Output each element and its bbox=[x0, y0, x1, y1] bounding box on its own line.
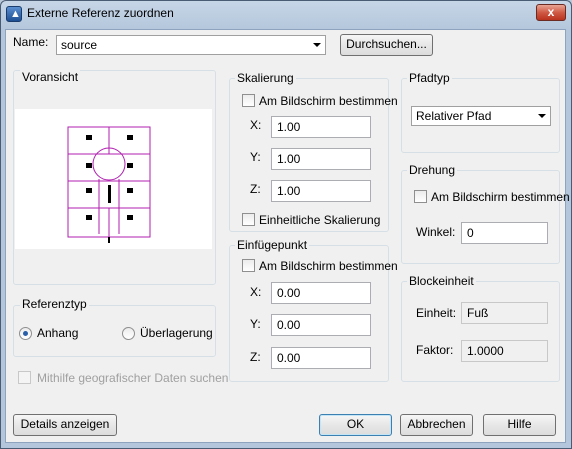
scale-title: Skalierung bbox=[235, 71, 296, 85]
geo-label: Mithilfe geografischer Daten suchen bbox=[37, 371, 229, 385]
scale-x-label: X: bbox=[250, 118, 262, 132]
uniform-scale-label[interactable]: Einheitliche Skalierung bbox=[259, 213, 380, 227]
title-bar[interactable]: ▲ Externe Referenz zuordnen x bbox=[0, 0, 572, 28]
geo-checkbox[interactable] bbox=[18, 371, 31, 384]
scale-onscreen-checkbox[interactable] bbox=[242, 94, 255, 107]
scale-onscreen-label[interactable]: Am Bildschirm bestimmen bbox=[259, 94, 398, 108]
scale-y-label: Y: bbox=[250, 150, 261, 164]
pathtype-value: Relativer Pfad bbox=[416, 109, 492, 123]
insert-y-label: Y: bbox=[250, 317, 261, 331]
angle-label: Winkel: bbox=[416, 225, 456, 239]
overlay-radio[interactable] bbox=[122, 327, 135, 340]
preview-image bbox=[15, 109, 212, 249]
factor-field: 1.0000 bbox=[461, 340, 548, 362]
cancel-button[interactable]: Abbrechen bbox=[400, 414, 473, 436]
window-title: Externe Referenz zuordnen bbox=[27, 6, 174, 20]
scale-x-input[interactable]: 1.00 bbox=[271, 116, 371, 138]
unit-field: Fuß bbox=[461, 302, 548, 324]
factor-label: Faktor: bbox=[416, 343, 454, 357]
browse-button[interactable]: Durchsuchen... bbox=[340, 34, 433, 56]
chevron-down-icon bbox=[538, 114, 546, 118]
ok-button[interactable]: OK bbox=[319, 414, 392, 436]
reftype-title: Referenztyp bbox=[20, 297, 89, 311]
blockunit-group bbox=[401, 281, 560, 382]
help-button[interactable]: Hilfe bbox=[483, 414, 556, 436]
overlay-label[interactable]: Überlagerung bbox=[140, 326, 213, 340]
scale-z-label: Z: bbox=[250, 182, 261, 196]
scale-y-input[interactable]: 1.00 bbox=[271, 148, 371, 170]
pathtype-title: Pfadtyp bbox=[407, 71, 452, 85]
pathtype-combobox[interactable]: Relativer Pfad bbox=[411, 106, 551, 126]
preview-title: Voransicht bbox=[20, 70, 81, 84]
name-label: Name: bbox=[13, 35, 49, 49]
insert-x-input[interactable]: 0.00 bbox=[271, 282, 371, 304]
rotation-title: Drehung bbox=[407, 163, 458, 177]
attach-label[interactable]: Anhang bbox=[37, 326, 78, 340]
uniform-scale-checkbox[interactable] bbox=[242, 213, 255, 226]
attach-radio[interactable] bbox=[19, 327, 32, 340]
rotation-onscreen-checkbox[interactable] bbox=[414, 190, 427, 203]
insert-z-input[interactable]: 0.00 bbox=[271, 347, 371, 369]
unit-label: Einheit: bbox=[416, 306, 457, 320]
drawing-preview bbox=[67, 126, 151, 243]
name-combobox[interactable]: source bbox=[56, 35, 326, 55]
insert-z-label: Z: bbox=[250, 350, 261, 364]
chevron-down-icon bbox=[313, 43, 321, 47]
autocad-app-icon: ▲ bbox=[6, 6, 22, 22]
dialog-client-area: Name: source Durchsuchen... Voransicht R… bbox=[5, 29, 570, 443]
insert-onscreen-checkbox[interactable] bbox=[242, 259, 255, 272]
insert-y-input[interactable]: 0.00 bbox=[271, 314, 371, 336]
name-value: source bbox=[61, 38, 98, 52]
blockunit-title: Blockeinheit bbox=[407, 274, 476, 288]
scale-z-input[interactable]: 1.00 bbox=[271, 180, 371, 202]
details-button[interactable]: Details anzeigen bbox=[13, 414, 117, 436]
rotation-group bbox=[401, 170, 560, 264]
angle-input[interactable]: 0 bbox=[461, 222, 548, 244]
close-button[interactable]: x bbox=[536, 4, 566, 21]
insert-title: Einfügepunkt bbox=[235, 238, 310, 252]
insert-x-label: X: bbox=[250, 285, 262, 299]
rotation-onscreen-label[interactable]: Am Bildschirm bestimmen bbox=[431, 190, 570, 204]
insert-onscreen-label[interactable]: Am Bildschirm bestimmen bbox=[259, 259, 398, 273]
